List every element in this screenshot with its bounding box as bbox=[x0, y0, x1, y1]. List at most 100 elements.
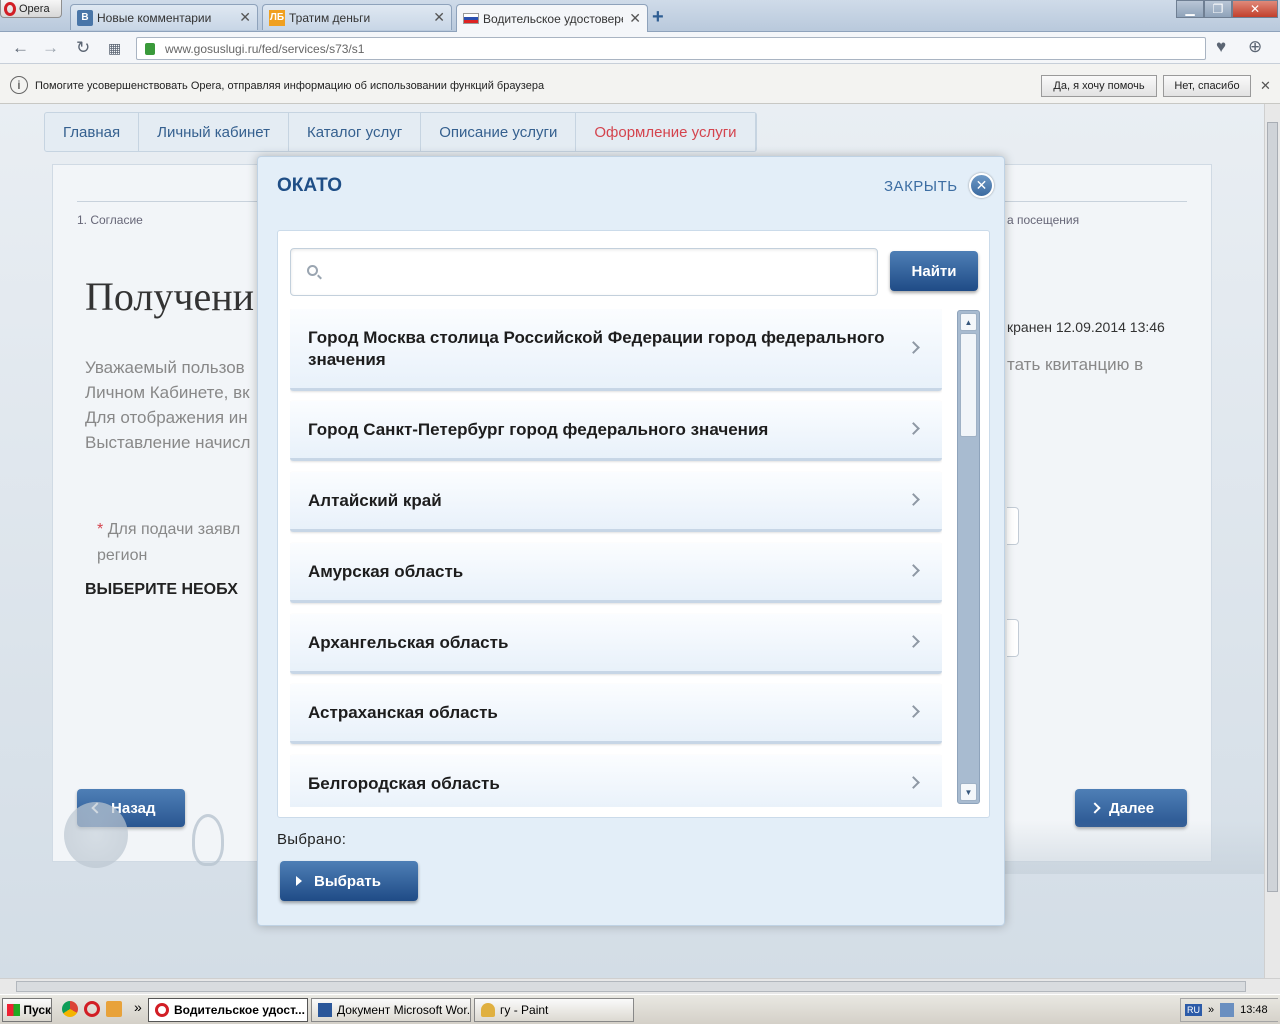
region-label: Астраханская область bbox=[308, 702, 498, 722]
windows-flag-icon bbox=[7, 1004, 21, 1016]
url-text: www.gosuslugi.ru/fed/services/s73/s1 bbox=[165, 41, 365, 56]
network-icon[interactable] bbox=[1220, 1003, 1235, 1017]
okato-dialog: ОКАТО ЗАКРЫТЬ ✕ Найти Город Москва столи… bbox=[257, 156, 1005, 926]
region-label: Архангельская область bbox=[308, 632, 509, 652]
page-vertical-scrollbar[interactable] bbox=[1264, 104, 1280, 978]
tab-label: Водительское удостоверен bbox=[483, 11, 624, 26]
help-yes-button[interactable]: Да, я хочу помочь bbox=[1041, 75, 1157, 97]
scroll-down-icon[interactable]: ▼ bbox=[960, 783, 977, 801]
info-bar-text: Помогите усовершенствовать Opera, отправ… bbox=[35, 80, 545, 92]
system-tray: RU » 13:48 bbox=[1180, 998, 1278, 1022]
opera-menu-label: Opera bbox=[19, 2, 50, 15]
search-box bbox=[290, 248, 878, 296]
opera-icon[interactable] bbox=[84, 1001, 100, 1017]
forward-arrow-icon[interactable]: → bbox=[42, 38, 59, 58]
speed-dial-grid-icon[interactable]: ▦ bbox=[108, 40, 121, 57]
back-arrow-icon[interactable]: ← bbox=[12, 38, 29, 58]
list-item[interactable]: Алтайский край bbox=[290, 472, 942, 532]
new-tab-plus-icon[interactable]: + bbox=[652, 6, 664, 29]
chevron-right-icon bbox=[907, 775, 920, 789]
chevron-right-icon bbox=[907, 704, 920, 718]
okato-list-panel: Найти Город Москва столица Российской Фе… bbox=[277, 230, 990, 818]
list-scrollbar[interactable]: ▲ ▼ bbox=[957, 310, 980, 804]
russia-flag-icon bbox=[463, 13, 479, 24]
step-visit: а посещения bbox=[1007, 213, 1080, 227]
clock[interactable]: 13:48 bbox=[1240, 1004, 1268, 1016]
list-item[interactable]: Астраханская область bbox=[290, 684, 942, 744]
vk-icon: В bbox=[77, 9, 93, 26]
list-item[interactable]: Белгородская область bbox=[290, 755, 942, 807]
play-triangle-icon bbox=[296, 876, 302, 886]
tab-spending[interactable]: ЛБ Тратим деньги ✕ bbox=[262, 4, 452, 30]
minimize-icon[interactable]: ▁ bbox=[1176, 0, 1204, 18]
list-item[interactable]: Архангельская область bbox=[290, 614, 942, 674]
list-item[interactable]: Амурская область bbox=[290, 543, 942, 603]
region-select-edge[interactable] bbox=[1007, 507, 1019, 545]
quicklaunch-more-icon[interactable]: » bbox=[134, 999, 142, 1015]
window-close-icon[interactable]: ✕ bbox=[1232, 0, 1278, 18]
scrollbar-thumb[interactable] bbox=[1267, 122, 1278, 892]
downloads-icon[interactable]: ⊕ bbox=[1248, 37, 1262, 57]
tab-vk-comments[interactable]: В Новые комментарии ✕ bbox=[70, 4, 258, 30]
task-label: Водительское удост... bbox=[174, 1003, 305, 1017]
list-scrollbar-thumb[interactable] bbox=[960, 333, 977, 437]
browser-tab-bar: Opera В Новые комментарии ✕ ЛБ Тратим де… bbox=[0, 0, 1280, 32]
tab-label: Новые комментарии bbox=[97, 10, 212, 25]
start-button[interactable]: Пуск bbox=[2, 998, 52, 1022]
breadcrumb-catalog[interactable]: Каталог услуг bbox=[289, 113, 422, 151]
list-item[interactable]: Город Москва столица Российской Федераци… bbox=[290, 309, 942, 391]
opera-logo-icon bbox=[4, 1, 16, 16]
step-consent: 1. Согласие bbox=[77, 213, 143, 227]
task-word-document[interactable]: Документ Microsoft Wor... bbox=[311, 998, 471, 1022]
list-item[interactable]: Город Санкт-Петербург город федерального… bbox=[290, 401, 942, 461]
chevron-right-icon bbox=[907, 421, 920, 435]
page-horizontal-scrollbar[interactable] bbox=[0, 978, 1280, 994]
language-indicator[interactable]: RU bbox=[1185, 1004, 1202, 1016]
dialog-close-link[interactable]: ЗАКРЫТЬ bbox=[884, 178, 958, 195]
region-list: Город Москва столица Российской Федераци… bbox=[290, 309, 942, 807]
scroll-up-icon[interactable]: ▲ bbox=[960, 313, 977, 331]
close-tab-icon[interactable]: ✕ bbox=[629, 10, 641, 27]
region-label: Белгородская область bbox=[308, 773, 500, 793]
breadcrumb-current: Оформление услуги bbox=[576, 113, 756, 151]
breadcrumb-description[interactable]: Описание услуги bbox=[421, 113, 577, 151]
breadcrumb-cabinet[interactable]: Личный кабинет bbox=[139, 113, 289, 151]
url-field[interactable]: www.gosuslugi.ru/fed/services/s73/s1 bbox=[136, 37, 1206, 60]
opera-menu-button[interactable]: Opera bbox=[0, 0, 62, 18]
breadcrumb: Главная Личный кабинет Каталог услуг Опи… bbox=[44, 112, 757, 152]
choose-button[interactable]: Выбрать bbox=[280, 861, 418, 901]
info-icon: i bbox=[10, 76, 28, 94]
tray-expand-icon[interactable]: » bbox=[1208, 1004, 1214, 1016]
required-star: * bbox=[97, 521, 104, 538]
chevron-right-icon bbox=[907, 492, 920, 506]
chrome-icon[interactable] bbox=[62, 1001, 78, 1017]
close-tab-icon[interactable]: ✕ bbox=[433, 9, 445, 26]
coat-of-arms-icon bbox=[64, 802, 128, 868]
saved-timestamp: кранен 12.09.2014 13:46 bbox=[1007, 319, 1165, 335]
search-input[interactable] bbox=[331, 257, 861, 287]
required-note-text2: регион bbox=[97, 547, 148, 564]
app-icon[interactable] bbox=[106, 1001, 122, 1017]
tab-driver-license[interactable]: Водительское удостоверен ✕ bbox=[456, 4, 648, 32]
bookmark-heart-icon[interactable]: ♥ bbox=[1216, 37, 1226, 57]
office-select-edge[interactable] bbox=[1007, 619, 1019, 657]
tab-label: Тратим деньги bbox=[289, 10, 371, 25]
reload-icon[interactable]: ↻ bbox=[76, 38, 90, 58]
close-tab-icon[interactable]: ✕ bbox=[239, 9, 251, 26]
maximize-icon[interactable]: ❐ bbox=[1204, 0, 1232, 18]
page-title: Получени bbox=[85, 274, 255, 319]
hearing-icon bbox=[192, 814, 224, 866]
find-button[interactable]: Найти bbox=[890, 251, 978, 291]
region-label: Город Санкт-Петербург город федерального… bbox=[308, 419, 769, 439]
blog-icon: ЛБ bbox=[269, 9, 285, 26]
close-infobar-icon[interactable]: ✕ bbox=[1260, 78, 1271, 94]
task-opera-window[interactable]: Водительское удост... bbox=[148, 998, 308, 1022]
opera-icon bbox=[155, 1003, 169, 1017]
selected-label: Выбрано: bbox=[277, 831, 347, 848]
help-no-button[interactable]: Нет, спасибо bbox=[1163, 75, 1251, 97]
close-icon[interactable]: ✕ bbox=[969, 173, 994, 198]
task-paint[interactable]: гу - Paint bbox=[474, 998, 634, 1022]
breadcrumb-home[interactable]: Главная bbox=[45, 113, 140, 151]
scrollbar-thumb[interactable] bbox=[16, 981, 1246, 992]
address-bar: ← → ↻ ▦ www.gosuslugi.ru/fed/services/s7… bbox=[0, 32, 1280, 64]
